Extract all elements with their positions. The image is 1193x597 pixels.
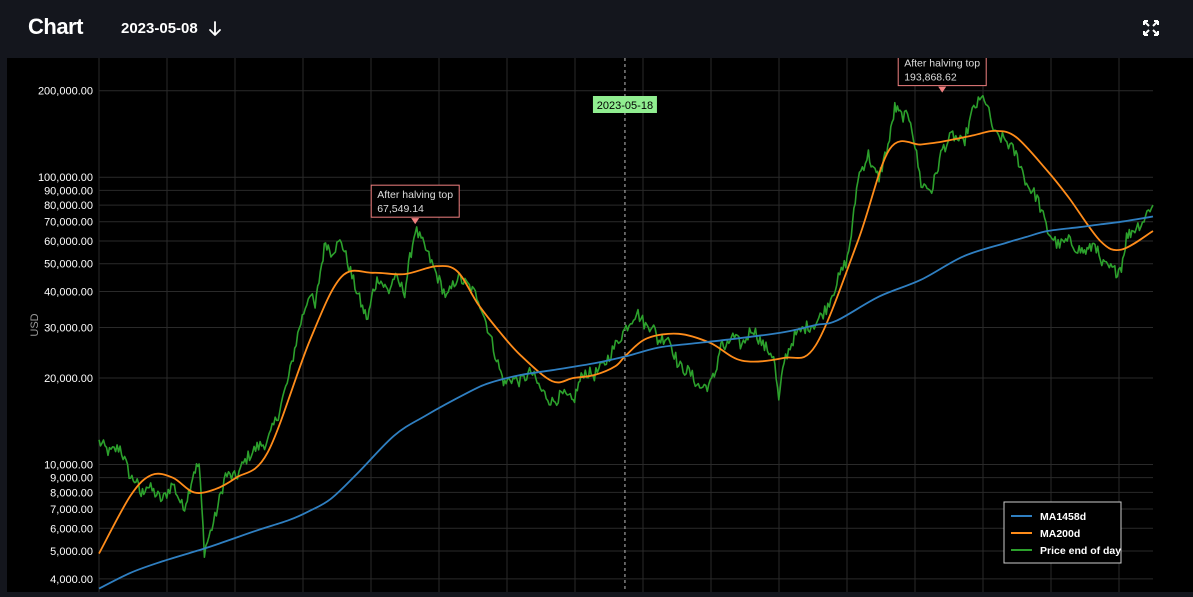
annotation-pointer <box>411 218 420 225</box>
y-tick-label: 70,000.00 <box>44 217 93 229</box>
y-tick-label: 6,000.00 <box>50 523 93 535</box>
y-tick-label: 30,000.00 <box>44 322 93 334</box>
annotation-after-halving-top[interactable]: After halving top 67,549.14 <box>370 184 460 225</box>
page-title: Chart <box>28 14 83 39</box>
y-tick-label: 100,000.00 <box>38 172 93 184</box>
y-axis-label: USD <box>29 313 41 336</box>
fullscreen-icon[interactable] <box>1143 20 1159 36</box>
y-tick-label: 8,000.00 <box>50 487 93 499</box>
series-price-line[interactable] <box>98 94 1154 558</box>
y-tick-label: 10,000.00 <box>44 460 93 472</box>
annotation-value: 67,549.14 <box>377 203 424 215</box>
y-axis: 4,000.00 5,000.00 6,000.00 7,000.00 8,000.00… <box>38 86 1153 586</box>
chart-header: Chart 2023-05-08 <box>0 0 1193 58</box>
chart-area[interactable]: 4,000.00 5,000.00 6,000.00 7,000.00 8,000.00… <box>7 53 1193 592</box>
y-tick-label: 9,000.00 <box>50 473 93 485</box>
price-chart[interactable]: 4,000.00 5,000.00 6,000.00 7,000.00 8,000.00… <box>7 53 1193 592</box>
annotation-pointer <box>938 86 947 93</box>
y-tick-label: 7,000.00 <box>50 504 93 516</box>
annotation-title: After halving top <box>377 189 453 201</box>
legend-label: Price end of day <box>1040 545 1121 557</box>
legend-label: MA1458d <box>1040 511 1086 523</box>
y-tick-label: 5,000.00 <box>50 546 93 558</box>
annotation-title: After halving top <box>904 58 980 70</box>
crosshair-date-text: 2023-05-18 <box>597 100 653 112</box>
series-ma1458d-line[interactable] <box>98 215 1154 590</box>
y-tick-label: 40,000.00 <box>44 287 93 299</box>
selected-date[interactable]: 2023-05-08 <box>121 20 198 37</box>
y-tick-label: 60,000.00 <box>44 236 93 248</box>
annotation-after-halving-top[interactable]: After halving top 193,868.62 <box>897 53 987 93</box>
y-tick-label: 200,000.00 <box>38 86 93 98</box>
arrow-down-icon[interactable] <box>206 19 224 39</box>
y-tick-label: 20,000.00 <box>44 373 93 385</box>
y-tick-label: 80,000.00 <box>44 200 93 212</box>
legend[interactable]: MA1458d MA200d Price end of day <box>1003 501 1122 564</box>
y-tick-label: 90,000.00 <box>44 185 93 197</box>
series-ma200d-line[interactable] <box>98 129 1154 554</box>
y-tick-label: 50,000.00 <box>44 259 93 271</box>
y-tick-label: 4,000.00 <box>50 574 93 586</box>
annotation-value: 193,868.62 <box>904 72 957 84</box>
legend-label: MA200d <box>1040 528 1080 540</box>
crosshair-date-label: 2023-05-18 <box>592 96 657 113</box>
